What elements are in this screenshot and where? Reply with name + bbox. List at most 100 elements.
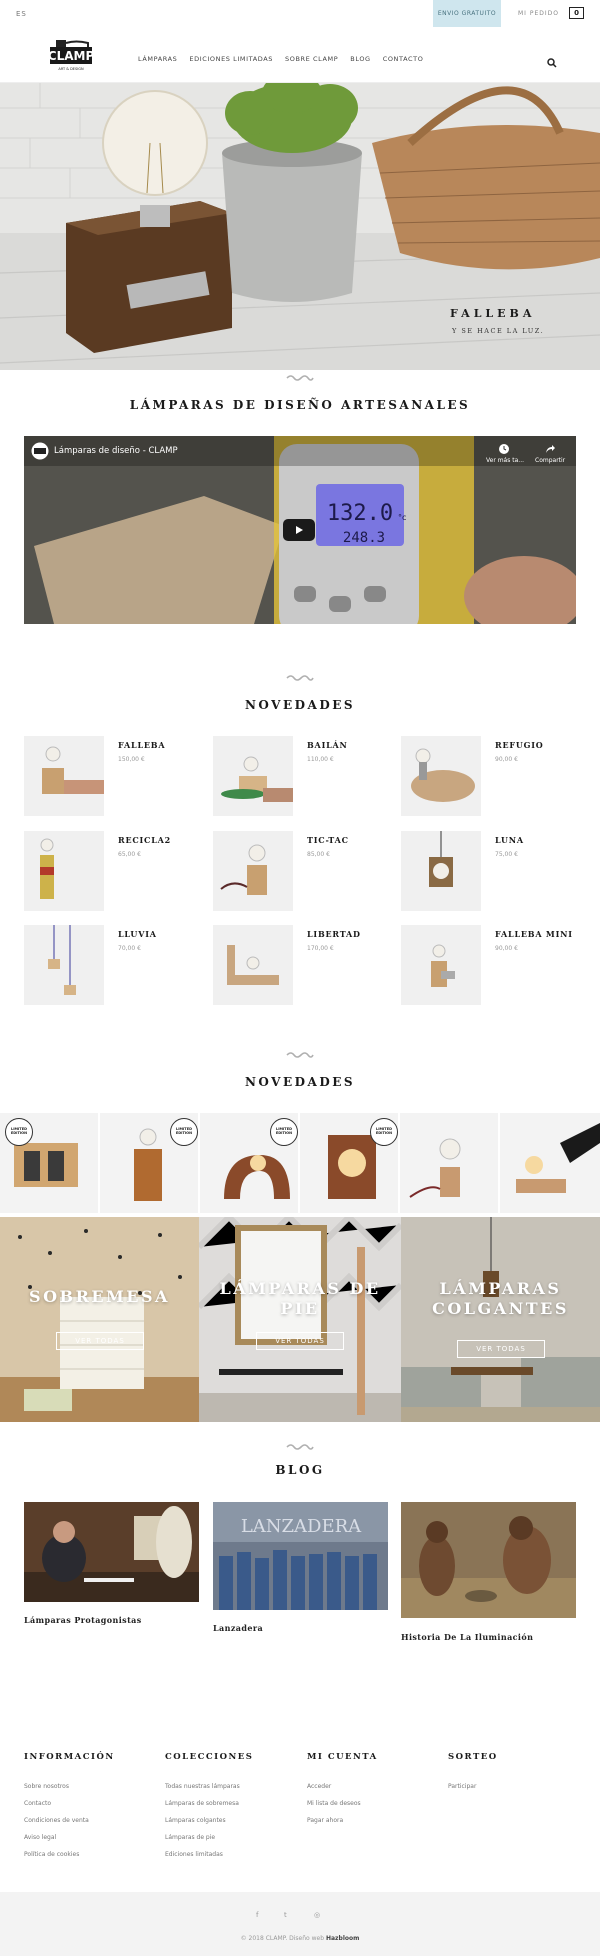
product-card[interactable]: LLUVIA 70,00 € [24,925,204,1005]
limited-edition-badge: LIMITED EDITION [370,1118,398,1146]
video-player[interactable]: 132.0 °c 248.3 Lámparas de diseño - CLAM… [24,436,576,624]
category-title-line2: PIE [280,1299,320,1318]
wave-divider-icon [286,1444,314,1450]
language-selector[interactable]: ES [16,10,27,18]
footer-link[interactable]: Todas nuestras lámparas [165,1783,240,1790]
product-image[interactable] [24,736,104,816]
product-image[interactable] [24,925,104,1005]
watch-later-label[interactable]: Ver más ta... [486,457,524,464]
product-name[interactable]: LLUVIA [118,929,157,939]
footer-link[interactable]: Lámparas colgantes [165,1817,226,1824]
category-colgantes[interactable]: LÁMPARAS COLGANTES VER TODAS [401,1217,600,1422]
product-name[interactable]: FALLEBA MINI [495,929,573,939]
product-image[interactable] [213,736,293,816]
limited-edition-carousel[interactable]: LIMITED EDITION LIMITED EDITION LIMITED … [0,1113,600,1213]
footer-link[interactable]: Contacto [24,1800,51,1807]
blog-post-title[interactable]: Lámparas Protagonistas [24,1615,142,1625]
logo-subtext: ART & DESIGN [58,67,84,71]
footer-link[interactable]: Aviso legal [24,1834,56,1841]
cart-button[interactable]: 0 [569,7,584,19]
product-name[interactable]: RECICLA2 [118,835,171,845]
blog-post-image[interactable]: LANZADERA [213,1502,388,1610]
limited-product-tile[interactable]: LIMITED EDITION [0,1113,100,1213]
play-button[interactable] [283,519,315,541]
product-image[interactable] [24,831,104,911]
footer-link[interactable]: Lámparas de pie [165,1834,215,1841]
footer-link[interactable]: Sobre nosotros [24,1783,69,1790]
product-card[interactable]: BAILÁN 110,00 € [213,736,393,816]
product-card[interactable]: FALLEBA 150,00 € [24,736,204,816]
footer-link[interactable]: Política de cookies [24,1851,79,1858]
product-card[interactable]: FALLEBA MINI 90,00 € [401,925,581,1005]
nav-blog[interactable]: BLOG [350,55,370,63]
category-pie[interactable]: LÁMPARAS DE PIE VER TODAS [199,1217,401,1422]
limited-edition-badge: LIMITED EDITION [5,1118,33,1146]
wave-divider-icon [286,675,314,681]
product-card[interactable]: REFUGIO 90,00 € [401,736,581,816]
nav-lamparas[interactable]: LÁMPARAS [138,55,177,63]
product-image[interactable] [401,736,481,816]
blog-post-image[interactable] [24,1502,199,1602]
watch-later-icon[interactable] [498,443,510,455]
my-order-link[interactable]: MI PEDIDO [518,10,559,17]
product-card[interactable]: LIBERTAD 170,00 € [213,925,393,1005]
twitter-icon[interactable]: t [284,1911,287,1919]
footer-link[interactable]: Ediciones limitadas [165,1851,223,1858]
footer-link[interactable]: Condiciones de venta [24,1817,89,1824]
ver-todas-button[interactable]: VER TODAS [457,1340,545,1358]
limited-product-tile[interactable] [500,1113,600,1213]
video-title[interactable]: Lámparas de diseño - CLAMP [54,446,178,456]
product-name[interactable]: REFUGIO [495,740,544,750]
nav-sobre-clamp[interactable]: SOBRE CLAMP [285,55,338,63]
product-name[interactable]: LUNA [495,835,524,845]
product-image[interactable] [401,831,481,911]
category-sobremesa[interactable]: SOBREMESA VER TODAS [0,1217,199,1422]
ver-todas-button[interactable]: VER TODAS [256,1332,344,1350]
blog-post-title[interactable]: Historia De La Iluminación [401,1632,533,1642]
limited-product-tile[interactable]: LIMITED EDITION [370,1113,500,1213]
channel-avatar-icon[interactable] [31,442,49,460]
facebook-icon[interactable]: f [256,1911,258,1919]
product-image[interactable] [213,925,293,1005]
footer-link[interactable]: Participar [448,1783,476,1790]
product-image[interactable] [213,831,293,911]
share-label[interactable]: Compartir [535,457,565,464]
nav-ediciones-limitadas[interactable]: EDICIONES LIMITADAS [189,55,273,63]
product-name[interactable]: FALLEBA [118,740,165,750]
copyright-text: © 2018 CLAMP. Diseño web [240,1935,325,1942]
product-name[interactable]: BAILÁN [307,740,348,750]
footer-link[interactable]: Lámparas de sobremesa [165,1800,239,1807]
instagram-icon[interactable]: ◎ [314,1911,320,1919]
limited-edition-badge: LIMITED EDITION [170,1118,198,1146]
category-title-line2: COLGANTES [432,1299,569,1318]
section-title-artesanales: LÁMPARAS DE DISEÑO ARTESANALES [129,398,471,412]
footer-title-sorteo: SORTEO [448,1752,498,1762]
logo-text: CLAMP [50,49,94,63]
nav-contacto[interactable]: CONTACTO [383,55,424,63]
free-shipping-banner[interactable]: ENVIO GRATUITO [433,0,501,27]
search-icon[interactable] [547,53,557,68]
blog-post-title[interactable]: Lanzadera [213,1623,263,1633]
blog-post-image[interactable] [401,1502,576,1618]
product-image[interactable] [401,925,481,1005]
play-icon [296,526,303,534]
footer-link[interactable]: Pagar ahora [307,1817,343,1824]
clamp-logo[interactable]: CLAMP ART & DESIGN [48,39,94,73]
footer-link[interactable]: Acceder [307,1783,331,1790]
footer-title-mi-cuenta: MI CUENTA [307,1752,378,1762]
product-name[interactable]: LIBERTAD [307,929,361,939]
hero-title: FALLEBA [450,307,536,320]
product-card[interactable]: LUNA 75,00 € [401,831,581,911]
footer-bar [0,1892,600,1956]
product-card[interactable]: RECICLA2 65,00 € [24,831,204,911]
meter-subreading: 248.3 [343,530,385,546]
category-title: LÁMPARAS DE [219,1279,381,1298]
product-price: 150,00 € [118,756,145,763]
credit-link[interactable]: Hazbloom [326,1935,359,1942]
share-icon[interactable] [544,443,556,455]
product-name[interactable]: TIC-TAC [307,835,349,845]
ver-todas-button[interactable]: VER TODAS [56,1332,144,1350]
lanzadera-sign: LANZADERA [241,1516,362,1537]
footer-link[interactable]: Mi lista de deseos [307,1800,361,1807]
product-card[interactable]: TIC-TAC 85,00 € [213,831,393,911]
